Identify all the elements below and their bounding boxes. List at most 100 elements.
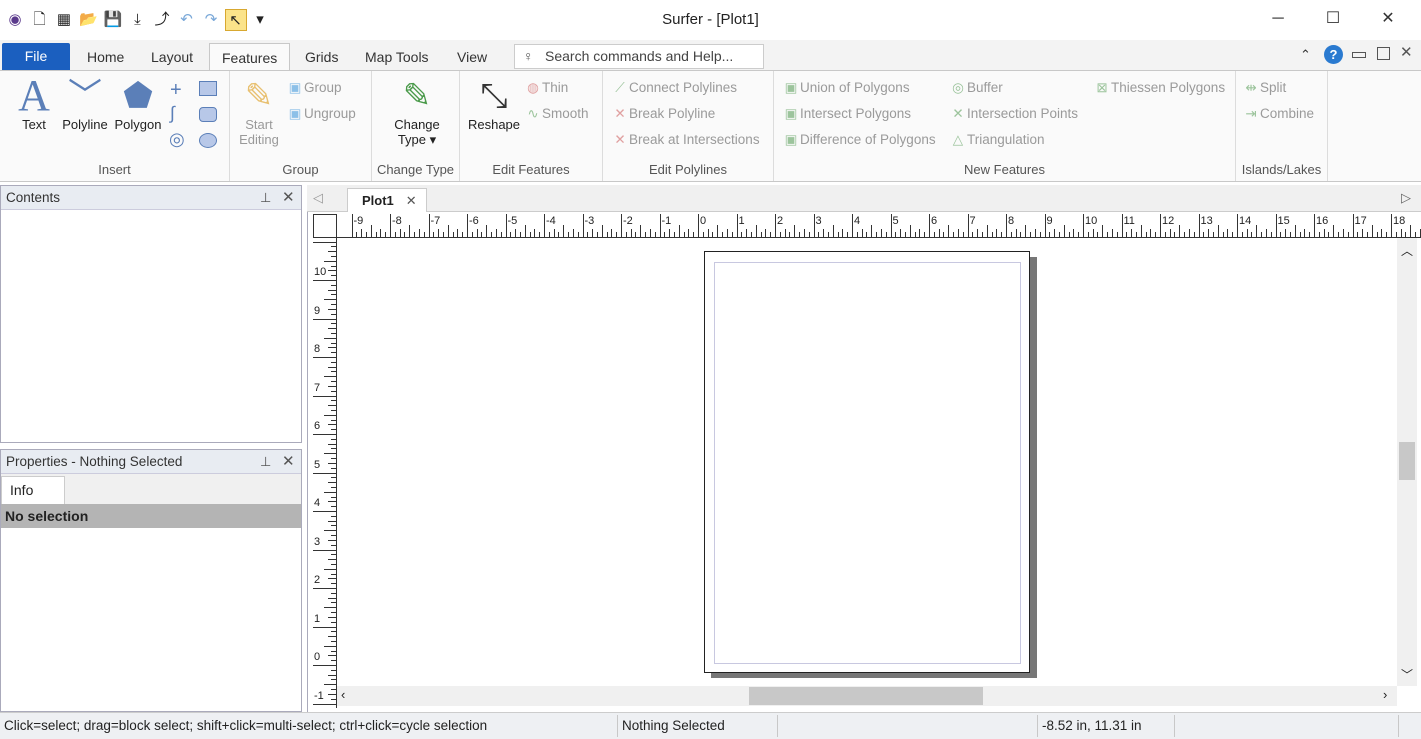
ruler-tick [1328, 232, 1330, 237]
ruler-tick [380, 229, 382, 237]
buffer-button[interactable]: ◎ Buffer [949, 80, 1003, 96]
horizontal-scrollbar[interactable]: ‹ › [337, 686, 1397, 706]
rectangle-icon[interactable] [199, 81, 217, 96]
group-new-features: ▣ Union of Polygons ▣ Intersect Polygons ▣… [774, 71, 1236, 181]
thiessen-polygons-button[interactable]: ⊠ Thiessen Polygons [1093, 80, 1225, 96]
ruler-label: 3 [815, 215, 822, 227]
thin-button[interactable]: ◍ Thin [524, 80, 568, 96]
ruler-tick [789, 232, 791, 237]
page [704, 251, 1030, 673]
ruler-tick [765, 229, 767, 237]
intersection-points-button[interactable]: ✕ Intersection Points [949, 106, 1078, 122]
close-pane-icon[interactable]: ✕ [282, 186, 295, 210]
close-pane-icon[interactable]: ✕ [282, 450, 295, 474]
point-icon[interactable]: + [170, 77, 182, 103]
ruler-tick [1241, 232, 1243, 237]
insert-polyline-button[interactable]: ﹀ Polyline [60, 75, 110, 132]
properties-pane: Properties - Nothing Selected ⊥ ✕ Info No… [0, 449, 302, 712]
pin-icon[interactable]: ⊥ [260, 186, 271, 210]
ungroup-button[interactable]: ▣ Ungroup [286, 106, 356, 122]
file-menu-button[interactable]: File [2, 43, 70, 70]
group-edit-features: ⤡ Reshape ◍ Thin ∿ Smooth Edit Features [460, 71, 603, 181]
ruler-tick [967, 214, 969, 237]
ruler-tick [1357, 232, 1359, 237]
doc-restore-icon[interactable] [1377, 47, 1390, 60]
ruler-label: -4 [546, 215, 556, 227]
doc-close-icon[interactable]: ✕ [1400, 43, 1413, 61]
tab-grids[interactable]: Grids [293, 43, 350, 71]
group-label: New Features [964, 162, 1045, 177]
group-button[interactable]: ▣ Group [286, 80, 342, 96]
scroll-up-icon[interactable]: ︿ [1401, 242, 1413, 259]
tab-plot1[interactable]: Plot1 ✕ [347, 188, 427, 213]
smooth-button[interactable]: ∿ Smooth [524, 106, 588, 122]
title-bar: ◉ 🗋 ▦ 📂 💾 ⤓ ⤴ ↶ ↷ ↖ ▾ Surfer - [Plot1] ─ ☐ ✕ [0, 0, 1421, 40]
tab-map-tools[interactable]: Map Tools [353, 43, 441, 71]
ruler-tick [324, 337, 336, 339]
ruler-tick [1299, 232, 1301, 237]
ruler-tick [900, 229, 902, 237]
ruler-tick [625, 232, 627, 237]
ruler-tick [1179, 225, 1181, 237]
search-input[interactable]: ♀ Search commands and Help... [514, 44, 764, 69]
vertical-scrollbar[interactable]: ︿ ﹀ [1397, 238, 1417, 686]
intersect-button[interactable]: ▣ Intersect Polygons [782, 106, 911, 122]
insert-text-button[interactable]: A Text [12, 74, 56, 133]
group-label: Edit Polylines [648, 162, 728, 177]
maximize-button[interactable]: ☐ [1310, 6, 1356, 32]
scroll-tabs-right-icon[interactable]: ▷ [1401, 190, 1411, 206]
difference-button[interactable]: ▣ Difference of Polygons [782, 132, 936, 148]
split-button[interactable]: ⇹ Split [1242, 80, 1286, 96]
ruler-tick [331, 592, 336, 594]
scroll-down-icon[interactable]: ﹀ [1401, 666, 1413, 683]
ruler-tick [842, 229, 844, 237]
symbol-icon[interactable]: ◎ [169, 129, 185, 150]
ruler-tick [962, 232, 964, 237]
help-icon[interactable]: ? [1324, 45, 1343, 64]
ruler-tick [331, 265, 336, 267]
ruler-tick [1121, 214, 1123, 237]
connect-polylines-button[interactable]: ⟋ Connect Polylines [611, 80, 737, 96]
ruler-tick [1232, 232, 1234, 237]
ruler-tick [750, 232, 752, 237]
ellipse-icon[interactable] [199, 133, 217, 148]
scroll-left-icon[interactable]: ‹ [341, 687, 345, 702]
reshape-button[interactable]: ⤡ Reshape [466, 75, 522, 132]
ruler-tick [808, 232, 810, 237]
spline-icon[interactable]: ∫ [170, 103, 175, 124]
ruler-tick [553, 229, 555, 237]
ruler-tick [606, 232, 608, 237]
change-type-button[interactable]: ✎ Change Type ▾ [382, 75, 452, 148]
group-label: Islands/Lakes [1241, 162, 1322, 177]
break-at-intersections-button[interactable]: ✕ Break at Intersections [611, 132, 759, 148]
close-tab-icon[interactable]: ✕ [406, 193, 417, 208]
ruler-label: -8 [392, 215, 402, 227]
ruler-tick [1102, 225, 1104, 237]
tab-view[interactable]: View [445, 43, 499, 71]
combine-button[interactable]: ⇥ Combine [1242, 106, 1314, 122]
ruler-tick [1391, 214, 1392, 237]
vertical-scroll-thumb[interactable] [1399, 442, 1415, 480]
doc-minimize-icon[interactable] [1352, 52, 1366, 58]
scroll-right-icon[interactable]: › [1383, 687, 1387, 702]
collapse-ribbon-icon[interactable]: ⌃ [1300, 47, 1311, 63]
close-button[interactable]: ✕ [1365, 6, 1411, 32]
rounded-rectangle-icon[interactable] [199, 107, 217, 122]
horizontal-scroll-thumb[interactable] [749, 687, 983, 705]
ruler-tick [746, 229, 748, 237]
ruler-tick [707, 229, 709, 237]
pin-icon[interactable]: ⊥ [260, 450, 271, 474]
tab-home[interactable]: Home [75, 43, 136, 71]
tab-features[interactable]: Features [209, 43, 291, 71]
break-polyline-button[interactable]: ✕ Break Polyline [611, 106, 715, 122]
minimize-button[interactable]: ─ [1255, 6, 1301, 32]
ruler-tick [313, 241, 336, 243]
tab-layout[interactable]: Layout [139, 43, 205, 71]
insert-polygon-button[interactable]: ⬟ Polygon [112, 75, 164, 132]
start-editing-button[interactable]: ✎ Start Editing [234, 75, 284, 147]
tab-info[interactable]: Info [1, 476, 65, 504]
triangulation-button[interactable]: △ Triangulation [949, 132, 1045, 148]
union-button[interactable]: ▣ Union of Polygons [782, 80, 910, 96]
scroll-tabs-left-icon[interactable]: ◁ [313, 190, 323, 206]
ruler-tick [929, 214, 930, 237]
